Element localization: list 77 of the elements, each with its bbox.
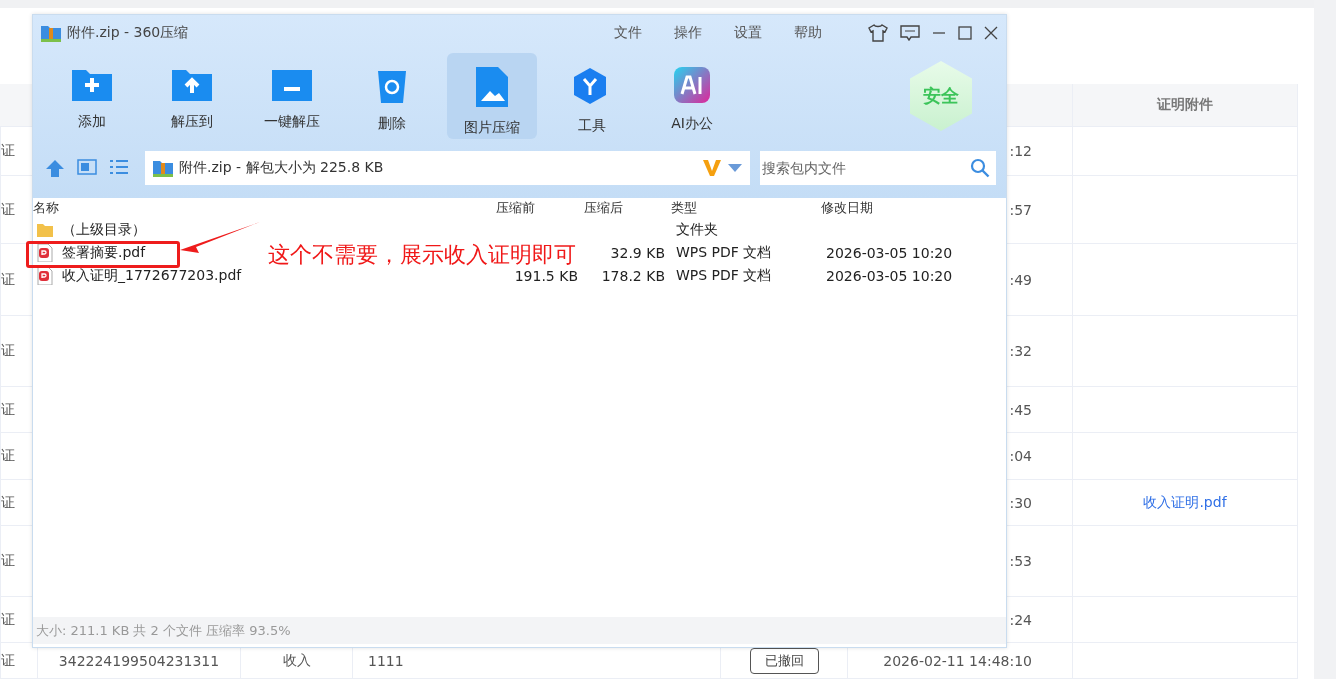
menu-item[interactable]: 文件: [614, 24, 642, 42]
upload-folder-icon: [172, 67, 212, 101]
attachment-link[interactable]: 收入证明.pdf: [1143, 493, 1227, 512]
dropdown-caret-icon[interactable]: [728, 163, 742, 173]
maximize-icon[interactable]: [958, 26, 972, 40]
shirt-icon[interactable]: [868, 24, 888, 42]
status-text: 大小: 211.1 KB 共 2 个文件 压缩率 93.5%: [36, 621, 291, 640]
table-cell: 证: [1, 200, 15, 219]
original-size: 191.5 KB: [513, 267, 579, 284]
table-cell: :57: [1009, 201, 1032, 218]
table-cell: 证: [1, 270, 15, 289]
toolbar-button[interactable]: 一键解压: [247, 53, 337, 139]
add-folder-icon: [72, 67, 112, 101]
menu-item[interactable]: 帮助: [794, 24, 822, 42]
path-field[interactable]: 附件.zip - 解包大小为 225.8 KB: [145, 151, 750, 185]
column-header[interactable]: 修改日期: [821, 199, 1006, 217]
column-header[interactable]: 名称: [33, 199, 496, 217]
table-cell: :04: [1009, 448, 1032, 464]
table-cell: 证: [1, 610, 15, 629]
archive-icon: [153, 159, 173, 177]
file-name[interactable]: 收入证明_1772677203.pdf: [57, 266, 242, 285]
minus-folder-icon: [272, 67, 312, 101]
archive-icon: [41, 24, 61, 42]
table-cell: :32: [1009, 343, 1032, 359]
toolbar-button[interactable]: 删除: [347, 53, 437, 139]
image-file-icon: [476, 67, 508, 107]
annotation-text: 这个不需要，展示收入证明即可: [268, 241, 576, 269]
file-type: WPS PDF 文档: [675, 243, 773, 262]
thumbnail-view-icon[interactable]: [77, 159, 97, 175]
status-button[interactable]: 已撤回: [749, 647, 819, 674]
table-cell: 证: [1, 400, 15, 419]
search-field[interactable]: 搜索包内文件: [760, 151, 964, 185]
file-type: 文件夹: [675, 220, 719, 239]
folder-icon: [37, 222, 53, 237]
table-cell: :49: [1009, 271, 1032, 288]
packed-size: 32.9 KB: [609, 244, 666, 261]
packed-size: 178.2 KB: [600, 267, 666, 284]
toolbar-button[interactable]: 工具: [547, 53, 637, 139]
table-cell: 收入: [282, 651, 311, 670]
file-type: WPS PDF 文档: [675, 266, 773, 285]
table-cell: 证: [1, 552, 15, 570]
close-icon[interactable]: [984, 26, 998, 40]
table-cell: 证: [1, 651, 15, 670]
column-header: 证明附件: [1072, 84, 1297, 126]
table-cell: 1111: [368, 652, 404, 669]
modified-date: 2026-03-05 10:20: [825, 267, 954, 284]
table-cell: 342224199504231311: [58, 652, 220, 669]
file-name[interactable]: （上级目录）: [57, 220, 146, 239]
column-header[interactable]: 压缩后: [584, 199, 671, 217]
ai-app-icon: [674, 67, 710, 103]
table-cell: :53: [1009, 553, 1032, 569]
toolbar-button[interactable]: AI办公: [647, 53, 737, 139]
table-cell: 证: [1, 447, 15, 465]
table-cell: :12: [1009, 143, 1032, 159]
menu-item[interactable]: 操作: [674, 24, 702, 42]
table-cell: 证: [1, 342, 15, 360]
toolbar-button[interactable]: 解压到: [147, 53, 237, 139]
table-cell: 证: [1, 142, 15, 160]
table-cell: :24: [1009, 611, 1032, 628]
v-logo-icon: [702, 159, 722, 177]
search-button[interactable]: [964, 151, 996, 185]
window-title: 附件.zip - 360压缩: [67, 24, 189, 42]
column-header[interactable]: 压缩前: [496, 199, 584, 217]
table-cell: :30: [1009, 494, 1032, 511]
modified-date: 2026-03-05 10:20: [825, 244, 954, 261]
menu-item[interactable]: 设置: [734, 24, 762, 42]
toolbar-button[interactable]: 添加: [47, 53, 137, 139]
table-cell: :45: [1009, 401, 1032, 418]
list-view-icon[interactable]: [109, 159, 129, 175]
file-name[interactable]: 签署摘要.pdf: [57, 243, 146, 262]
message-icon[interactable]: [900, 25, 920, 41]
column-header[interactable]: 类型: [671, 199, 821, 217]
up-arrow-icon[interactable]: [45, 159, 65, 177]
table-cell: 证: [1, 493, 15, 512]
search-icon: [970, 158, 990, 178]
toolbar-button[interactable]: 图片压缩: [447, 53, 537, 139]
table-cell: 2026-02-11 14:48:10: [883, 652, 1032, 669]
